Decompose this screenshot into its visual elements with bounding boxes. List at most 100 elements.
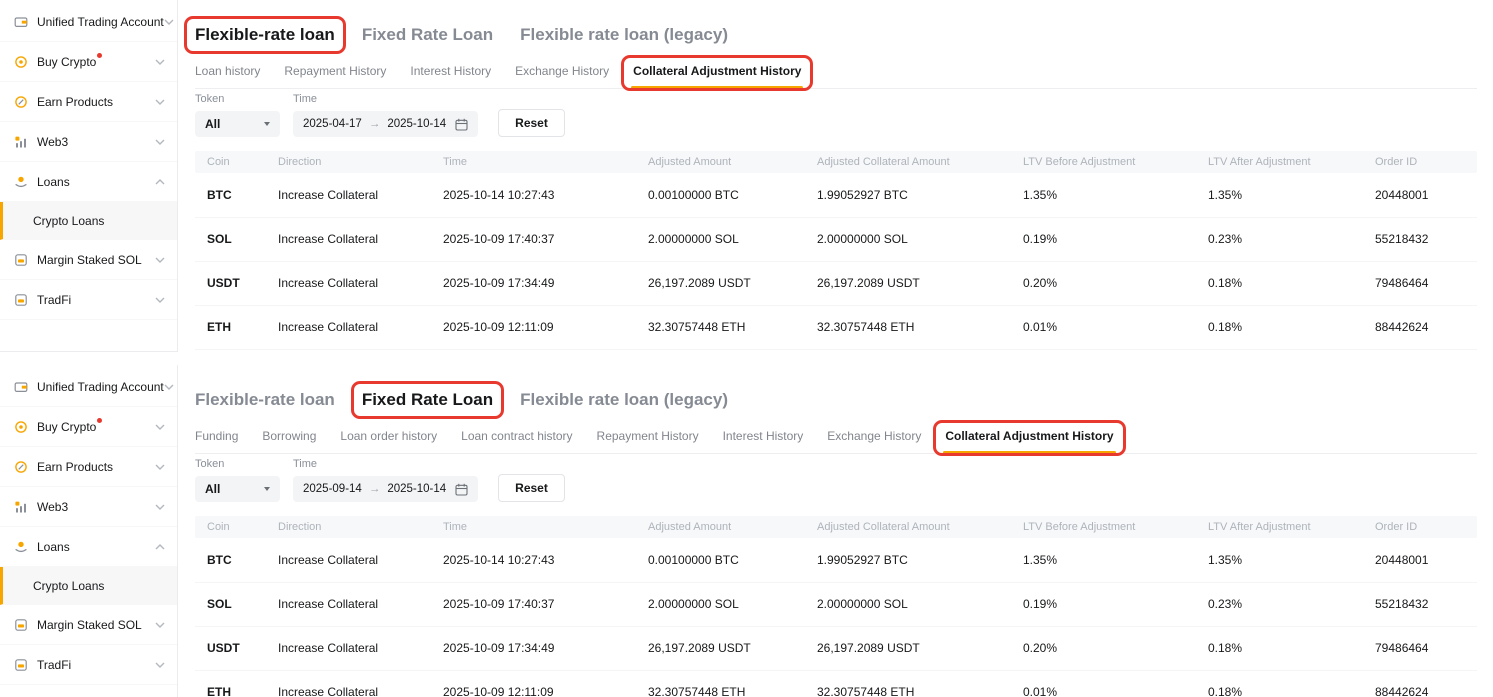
box-icon — [14, 253, 28, 267]
sidebar-item-label: Loans — [37, 175, 70, 189]
chevron-down-icon — [155, 464, 165, 470]
subtab-loan-order-history[interactable]: Loan order history — [340, 429, 437, 453]
sidebar-item-label: Earn Products — [37, 460, 113, 474]
subtab-repayment-history[interactable]: Repayment History — [597, 429, 699, 453]
table-cell: 0.19% — [1023, 582, 1208, 626]
wallet-icon — [14, 15, 28, 29]
table-cell: Increase Collateral — [278, 582, 443, 626]
table-cell: Increase Collateral — [278, 538, 443, 582]
table-cell: Increase Collateral — [278, 173, 443, 217]
sidebar-item-margin-staked-sol[interactable]: Margin Staked SOL — [0, 605, 177, 645]
sidebar-item-crypto-loans[interactable]: Crypto Loans — [0, 567, 177, 605]
subtab-interest-history[interactable]: Interest History — [723, 429, 804, 453]
chevron-down-icon — [155, 59, 165, 65]
wallet-icon — [14, 380, 28, 394]
column-header-ltv-before-adjustment: LTV Before Adjustment — [1023, 516, 1208, 538]
table-cell: Increase Collateral — [278, 670, 443, 697]
subtab-collateral-adjustment-history[interactable]: Collateral Adjustment History — [945, 429, 1113, 453]
chevron-down-icon — [155, 297, 165, 303]
reset-button[interactable]: Reset — [498, 474, 565, 502]
token-select[interactable]: All — [195, 476, 280, 502]
token-select[interactable]: All — [195, 111, 280, 137]
table-cell: USDT — [195, 626, 278, 670]
table-row: ETHIncrease Collateral2025-10-09 12:11:0… — [195, 305, 1477, 349]
sidebar-item-crypto-loans[interactable]: Crypto Loans — [0, 202, 177, 240]
subtab-loan-contract-history[interactable]: Loan contract history — [461, 429, 572, 453]
table-cell: 2025-10-09 12:11:09 — [443, 670, 648, 697]
app-panel: Unified Trading AccountBuy Crypto Earn Pr… — [0, 365, 1493, 697]
table-cell: 26,197.2089 USDT — [648, 626, 817, 670]
table-cell: Increase Collateral — [278, 217, 443, 261]
table-row: ETHIncrease Collateral2025-10-09 12:11:0… — [195, 670, 1477, 697]
main-content: Flexible-rate loan Fixed Rate Loan Flexibl… — [178, 365, 1493, 697]
sidebar-item-label: Web3 — [37, 135, 68, 149]
table-cell: 2025-10-09 17:34:49 — [443, 626, 648, 670]
subtab-collateral-adjustment-history[interactable]: Collateral Adjustment History — [633, 64, 801, 88]
sidebar-item-label: Loans — [37, 540, 70, 554]
table-cell: 20448001 — [1375, 173, 1477, 217]
hand-coin-icon — [14, 540, 28, 554]
date-end-value: 2025-10-14 — [387, 118, 446, 130]
bar-chart-icon — [14, 500, 28, 514]
subtab-exchange-history[interactable]: Exchange History — [515, 64, 609, 88]
table-cell: 1.35% — [1208, 173, 1375, 217]
chevron-down-icon — [155, 504, 165, 510]
chevron-down-icon — [155, 99, 165, 105]
sidebar-item-label: TradFi — [37, 293, 71, 307]
sidebar-item-loans[interactable]: Loans — [0, 162, 177, 202]
column-header-coin: Coin — [195, 516, 278, 538]
sidebar-item-tradfi[interactable]: TradFi — [0, 280, 177, 320]
tab-flexible-rate-loan[interactable]: Flexible-rate loan — [195, 25, 335, 45]
sidebar-item-margin-staked-sol[interactable]: Margin Staked SOL — [0, 240, 177, 280]
subtab-funding[interactable]: Funding — [195, 429, 238, 453]
date-range-picker[interactable]: 2025-04-17 → 2025-10-14 — [293, 111, 478, 137]
table-cell: 26,197.2089 USDT — [817, 626, 1023, 670]
subtab-loan-history[interactable]: Loan history — [195, 64, 260, 88]
table-header-row: CoinDirectionTimeAdjusted AmountAdjusted… — [195, 151, 1477, 173]
sidebar-item-label: Unified Trading Account — [37, 15, 164, 29]
table-cell: 2025-10-14 10:27:43 — [443, 173, 648, 217]
subtab-repayment-history[interactable]: Repayment History — [284, 64, 386, 88]
sidebar-item-unified-trading-account[interactable]: Unified Trading Account — [0, 367, 177, 407]
reset-button[interactable]: Reset — [498, 109, 565, 137]
sidebar-item-buy-crypto[interactable]: Buy Crypto — [0, 42, 177, 82]
subtab-exchange-history[interactable]: Exchange History — [827, 429, 921, 453]
coin-icon — [14, 420, 28, 434]
sidebar-item-unified-trading-account[interactable]: Unified Trading Account — [0, 2, 177, 42]
sidebar-item-web3[interactable]: Web3 — [0, 487, 177, 527]
date-range-picker[interactable]: 2025-09-14 → 2025-10-14 — [293, 476, 478, 502]
sidebar-item-buy-crypto[interactable]: Buy Crypto — [0, 407, 177, 447]
sidebar-item-web3[interactable]: Web3 — [0, 122, 177, 162]
sidebar-item-loans[interactable]: Loans — [0, 527, 177, 567]
subtab-borrowing[interactable]: Borrowing — [262, 429, 316, 453]
table-cell: 2025-10-09 17:40:37 — [443, 217, 648, 261]
tab-flexible-rate-loan-legacy[interactable]: Flexible rate loan (legacy) — [520, 390, 728, 410]
table-row: SOLIncrease Collateral2025-10-09 17:40:3… — [195, 217, 1477, 261]
table-cell: 88442624 — [1375, 670, 1477, 697]
history-table: CoinDirectionTimeAdjusted AmountAdjusted… — [195, 151, 1477, 350]
history-table: CoinDirectionTimeAdjusted AmountAdjusted… — [195, 516, 1477, 697]
chevron-down-icon — [264, 122, 270, 126]
table-cell: 0.23% — [1208, 217, 1375, 261]
table-cell: BTC — [195, 538, 278, 582]
hand-coin-icon — [14, 175, 28, 189]
chevron-down-icon — [155, 662, 165, 668]
notification-dot — [97, 53, 102, 58]
filter-bar: Token All Time 2025-09-14 → 2025-10-14 — [195, 459, 1477, 502]
table-cell: 32.30757448 ETH — [817, 670, 1023, 697]
chevron-down-icon — [164, 19, 174, 25]
tab-flexible-rate-loan-legacy[interactable]: Flexible rate loan (legacy) — [520, 25, 728, 45]
tab-fixed-rate-loan[interactable]: Fixed Rate Loan — [362, 25, 493, 45]
chevron-down-icon — [264, 487, 270, 491]
history-subtabs: Funding Borrowing Loan order history Loan c… — [195, 429, 1477, 454]
column-header-coin: Coin — [195, 151, 278, 173]
tab-flexible-rate-loan[interactable]: Flexible-rate loan — [195, 390, 335, 410]
sidebar-item-earn-products[interactable]: Earn Products — [0, 82, 177, 122]
token-filter-label: Token — [195, 94, 280, 105]
table-cell: 2.00000000 SOL — [648, 217, 817, 261]
subtab-interest-history[interactable]: Interest History — [410, 64, 491, 88]
tab-fixed-rate-loan[interactable]: Fixed Rate Loan — [362, 390, 493, 410]
table-cell: 2025-10-09 12:11:09 — [443, 305, 648, 349]
sidebar-item-tradfi[interactable]: TradFi — [0, 645, 177, 685]
sidebar-item-earn-products[interactable]: Earn Products — [0, 447, 177, 487]
